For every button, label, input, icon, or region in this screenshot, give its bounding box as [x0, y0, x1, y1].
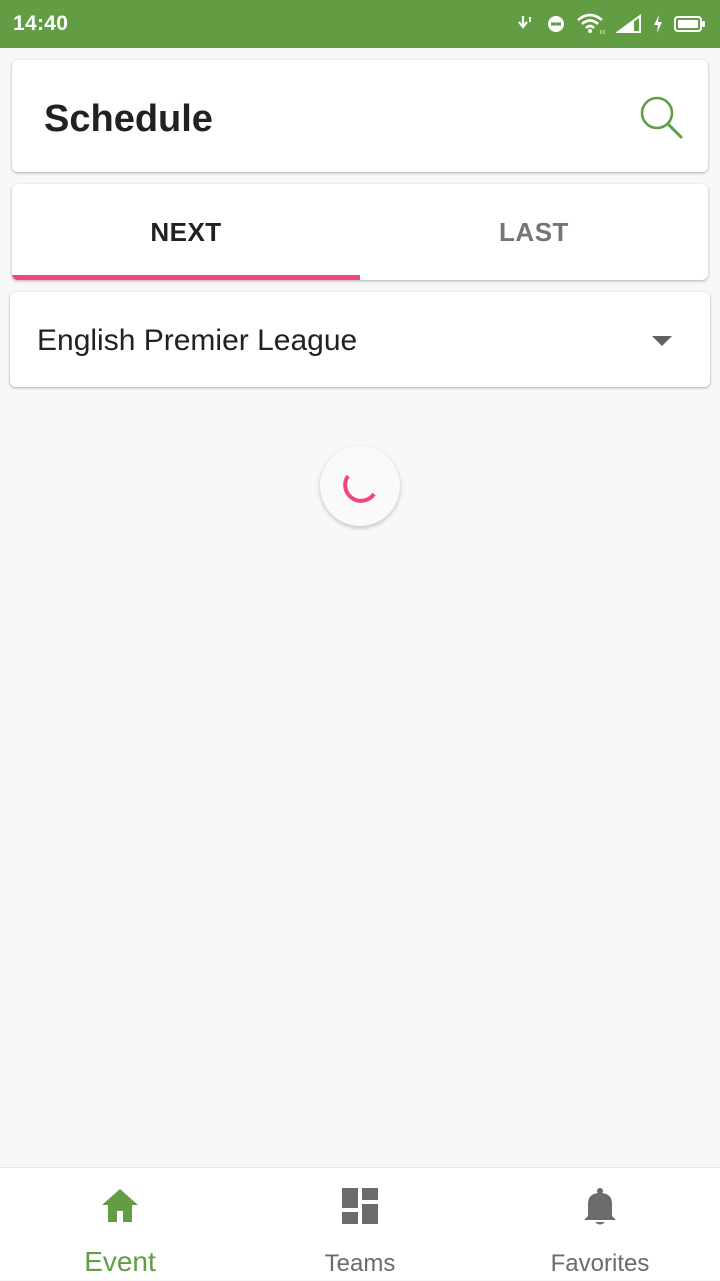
nav-label-favorites: Favorites: [550, 1250, 650, 1277]
search-button[interactable]: [638, 94, 684, 140]
tab-bar: NEXT LAST: [12, 184, 708, 280]
nav-label-teams: Teams: [324, 1250, 396, 1277]
status-icons: [516, 12, 706, 36]
signal-icon: [616, 14, 641, 33]
charging-icon: [654, 15, 662, 33]
bell-icon: [584, 1188, 616, 1225]
progress-ring-icon: [343, 474, 376, 503]
bottom-navigation: Event Teams Favorites: [0, 1167, 720, 1280]
battery-icon: [674, 16, 705, 32]
league-dropdown-value: English Premier League: [37, 324, 358, 357]
status-bar: 14:40: [0, 0, 720, 48]
dropdown-arrow-icon: [652, 336, 672, 346]
nav-label-event: Event: [84, 1246, 156, 1277]
loading-spinner: [320, 446, 400, 526]
league-dropdown[interactable]: English Premier League: [10, 292, 710, 387]
nav-item-favorites[interactable]: Favorites: [480, 1168, 720, 1281]
download-icon: [518, 16, 531, 29]
nav-item-event[interactable]: Event: [0, 1168, 240, 1281]
wifi-icon: [577, 13, 605, 34]
tab-last[interactable]: LAST: [360, 184, 708, 280]
page-title: Schedule: [44, 98, 213, 140]
tab-next-label: NEXT: [150, 216, 222, 247]
toolbar: Schedule: [12, 60, 708, 172]
status-time: 14:40: [13, 12, 69, 35]
tab-indicator: [12, 275, 360, 280]
home-icon: [102, 1189, 138, 1222]
nav-item-teams[interactable]: Teams: [240, 1168, 480, 1281]
tab-next[interactable]: NEXT: [12, 184, 360, 280]
dashboard-icon: [342, 1188, 378, 1224]
search-icon: [640, 96, 683, 139]
tab-last-label: LAST: [499, 216, 569, 247]
do-not-disturb-icon: [548, 16, 564, 32]
